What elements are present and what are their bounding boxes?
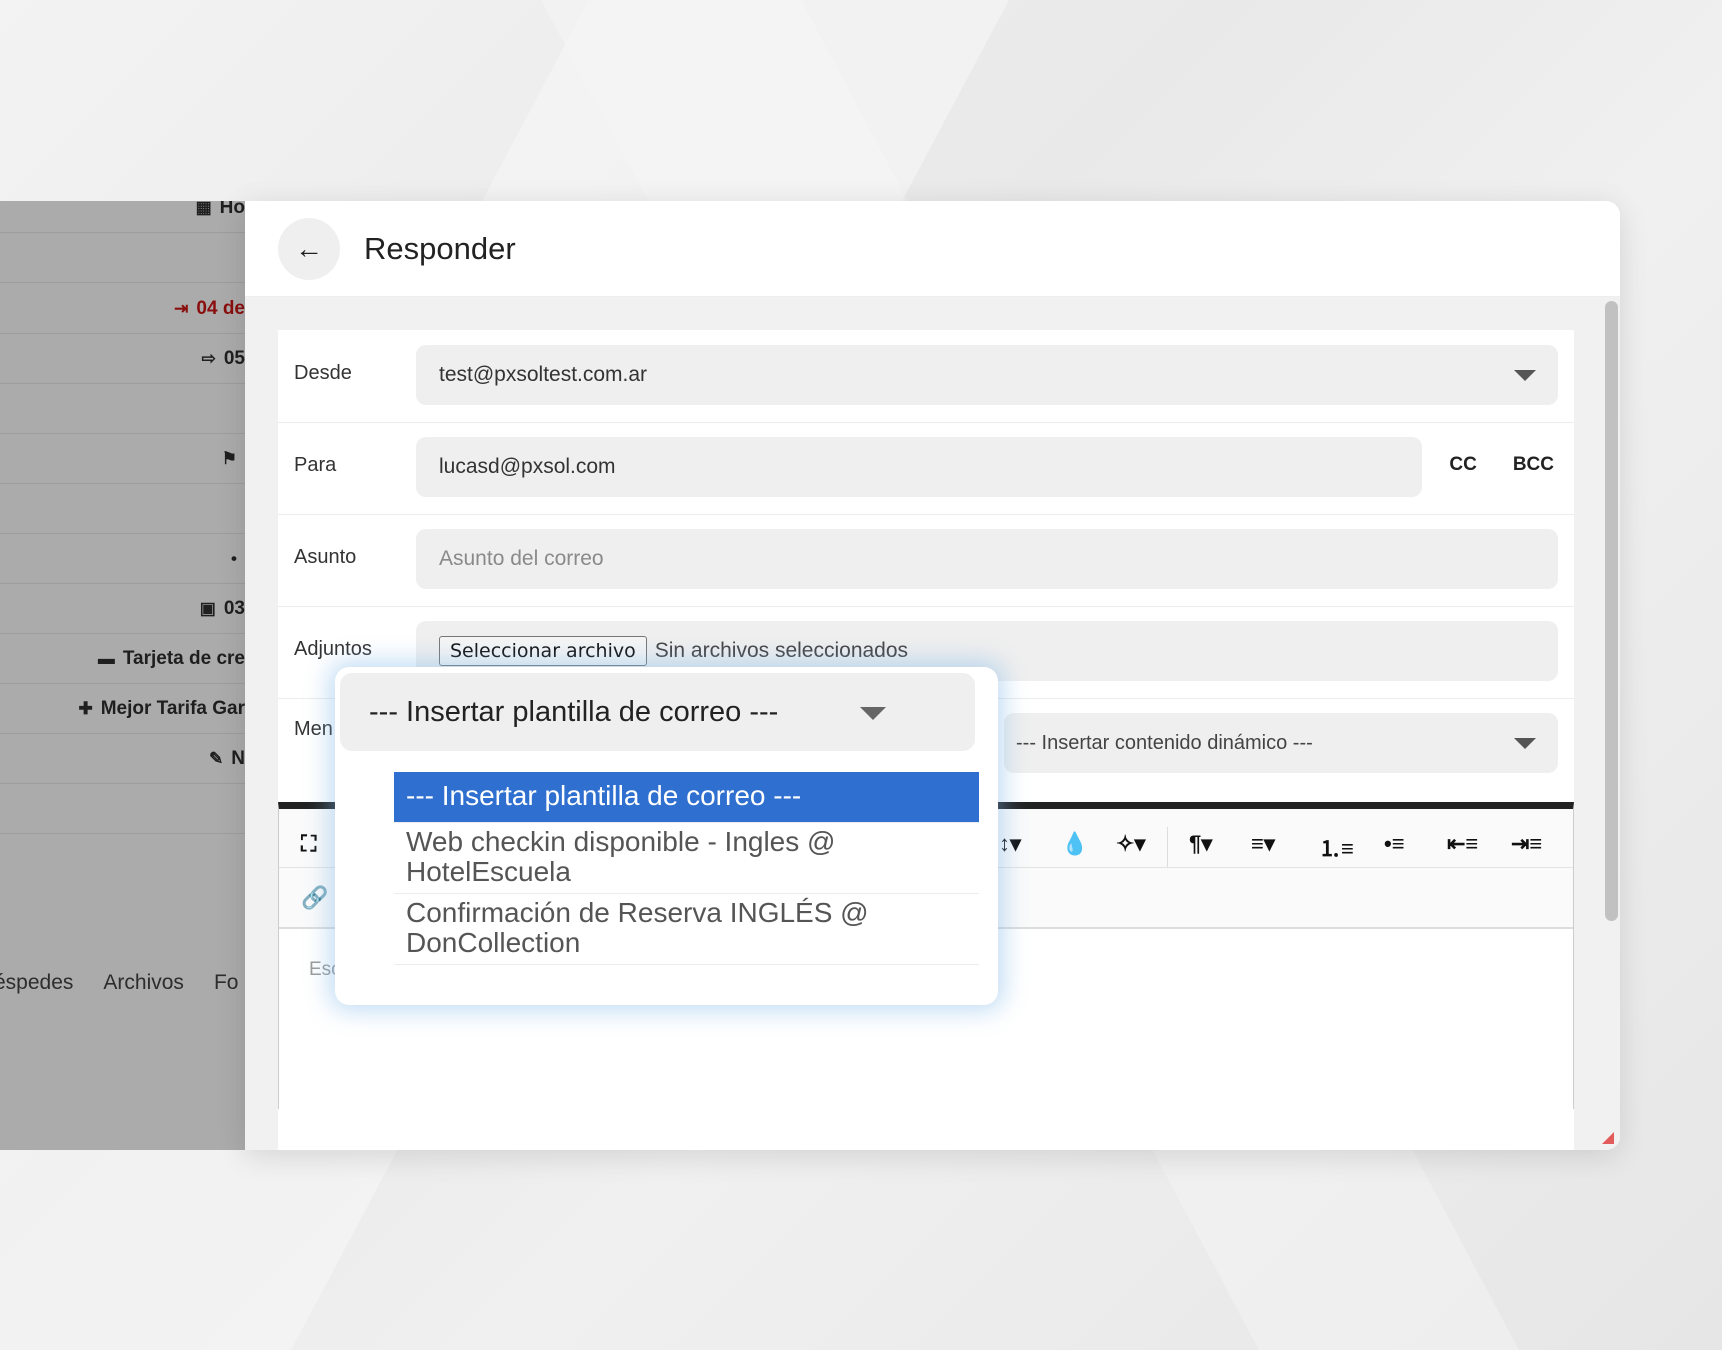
- scrollbar-thumb[interactable]: [1605, 301, 1618, 921]
- flag-row: ⚑: [0, 434, 245, 484]
- rate-row: ✚ Mejor Tarifa Gar: [0, 684, 245, 734]
- bcc-button[interactable]: BCC: [1513, 454, 1554, 476]
- checkout-icon: ⇨: [201, 348, 216, 368]
- checkout-row: ⇨ 05: [0, 334, 245, 384]
- payment-row: ▬ Tarjeta de cre: [0, 634, 245, 684]
- tab-archivos[interactable]: Archivos: [103, 971, 184, 995]
- chevron-down-icon: [860, 707, 886, 720]
- template-select[interactable]: --- Insertar plantilla de correo ---: [340, 673, 975, 751]
- tags-icon: ✚: [78, 698, 93, 718]
- hotel-row: ▦ Ho: [0, 201, 245, 233]
- color-icon[interactable]: 💧: [1061, 831, 1088, 857]
- asunto-label: Asunto: [294, 546, 357, 568]
- para-label: Para: [294, 454, 337, 476]
- chevron-down-icon: [1514, 370, 1536, 381]
- checkin-icon: ⇥: [174, 298, 189, 318]
- resize-handle[interactable]: [1602, 1132, 1614, 1144]
- adjuntos-label: Adjuntos: [294, 638, 372, 660]
- line-height-icon[interactable]: ↕▾: [999, 831, 1021, 857]
- reservation-side-panel: ▦ Ho ⇥ 04 de ⇨ 05 ⚑ • ▣ 03 ▬ Tarjeta de cre ✚…: [0, 201, 245, 1150]
- mensaje-label: Men: [294, 718, 333, 740]
- tab-huespedes[interactable]: éspedes: [0, 971, 73, 995]
- back-button[interactable]: ←: [278, 217, 340, 280]
- date-row: ▣ 03: [0, 584, 245, 634]
- paragraph-icon[interactable]: ¶▾: [1189, 831, 1212, 857]
- reservation-tabs: éspedes Archivos Fo: [0, 971, 238, 995]
- select-file-button[interactable]: Seleccionar archivo: [439, 636, 647, 666]
- desde-select[interactable]: test@pxsoltest.com.ar: [416, 345, 1558, 405]
- template-option-default[interactable]: --- Insertar plantilla de correo ---: [394, 772, 979, 823]
- desde-label: Desde: [294, 362, 352, 384]
- flag-icon: ⚑: [221, 448, 237, 468]
- building-icon: ▦: [195, 201, 212, 217]
- dot-row: •: [0, 534, 245, 584]
- unordered-list-icon[interactable]: •≡: [1384, 831, 1405, 857]
- indent-icon[interactable]: ⇥≡: [1511, 831, 1542, 857]
- empty-row: [0, 384, 245, 434]
- asunto-row: Asunto Asunto del correo: [278, 514, 1574, 607]
- fullscreen-icon[interactable]: ⛶: [301, 831, 316, 857]
- link-icon[interactable]: 🔗: [301, 885, 328, 911]
- align-icon[interactable]: ≡▾: [1251, 831, 1275, 857]
- scrollbar[interactable]: [1602, 297, 1620, 1150]
- magic-icon[interactable]: ✧▾: [1116, 831, 1145, 857]
- toolbar-divider: [1167, 827, 1168, 867]
- modal-header: ← Responder: [245, 201, 1620, 297]
- modal-title: Responder: [364, 230, 516, 266]
- empty-row: [0, 233, 245, 283]
- asunto-input[interactable]: Asunto del correo: [416, 529, 1558, 589]
- arrow-left-icon: ←: [295, 232, 323, 264]
- notes-row: ✎ N: [0, 734, 245, 784]
- cc-button[interactable]: CC: [1449, 454, 1476, 476]
- template-options-list: --- Insertar plantilla de correo --- Web…: [394, 772, 979, 965]
- chevron-down-icon: [1514, 738, 1536, 749]
- para-row: Para lucasd@pxsol.com CC BCC: [278, 422, 1574, 515]
- template-dropdown: --- Insertar plantilla de correo --- ---…: [335, 667, 998, 1005]
- template-option-confirmacion[interactable]: Confirmación de Reserva INGLÉS @ DonColl…: [394, 894, 979, 965]
- outdent-icon[interactable]: ⇤≡: [1447, 831, 1478, 857]
- cc-bcc-controls: CC BCC: [1449, 454, 1554, 476]
- template-option-webcheckin[interactable]: Web checkin disponible - Ingles @ HotelE…: [394, 823, 979, 894]
- para-input[interactable]: lucasd@pxsol.com: [416, 437, 1422, 497]
- ordered-list-icon[interactable]: ⒈≡: [1319, 831, 1354, 863]
- checkin-row: ⇥ 04 de: [0, 284, 245, 334]
- credit-card-icon: ▬: [97, 648, 115, 668]
- empty-row: [0, 784, 245, 834]
- file-status: Sin archivos seleccionados: [654, 639, 909, 662]
- dynamic-content-select[interactable]: --- Insertar contenido dinámico ---: [1004, 713, 1558, 773]
- dot-icon: •: [231, 548, 237, 568]
- calendar-icon: ▣: [199, 598, 216, 618]
- tab-fo[interactable]: Fo: [214, 971, 239, 995]
- document-edit-icon: ✎: [209, 748, 224, 768]
- empty-row: [0, 484, 245, 534]
- desde-row: Desde test@pxsoltest.com.ar: [278, 330, 1574, 423]
